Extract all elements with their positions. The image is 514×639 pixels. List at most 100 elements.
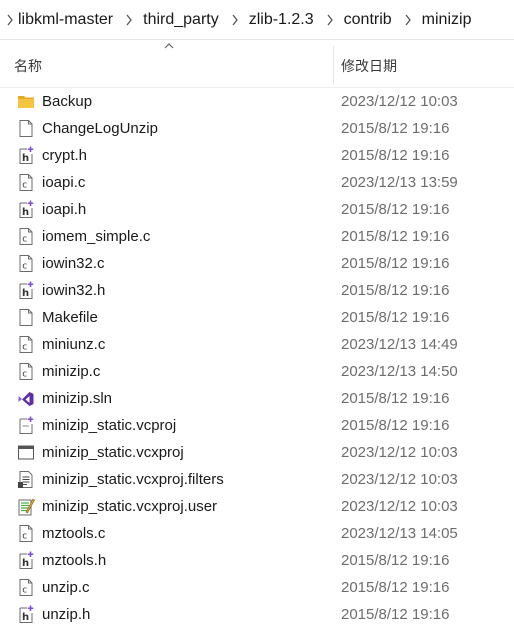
svg-text:h: h <box>22 558 29 569</box>
file-name: mztools.c <box>42 525 106 542</box>
c-file-icon: c <box>17 173 35 192</box>
header-file-icon: h <box>17 200 35 219</box>
vcxproj-icon <box>17 443 35 462</box>
header-file-icon: h <box>17 551 35 570</box>
svg-text:h: h <box>22 612 29 623</box>
svg-text:h: h <box>22 153 29 164</box>
chevron-right-icon[interactable] <box>119 0 139 40</box>
file-row[interactable]: minizip_static.vcxproj.filters 2023/12/12… <box>0 466 514 493</box>
file-row[interactable]: ChangeLogUnzip 2015/8/12 19:16 <box>0 115 514 142</box>
column-header: 名称 修改日期 <box>0 40 514 88</box>
file-row[interactable]: minizip_static.vcxproj 2023/12/12 10:03 <box>0 439 514 466</box>
breadcrumb-item[interactable]: zlib-1.2.3 <box>245 11 320 29</box>
file-name: iowin32.h <box>42 282 106 299</box>
column-divider[interactable] <box>333 46 334 84</box>
file-modified-date: 2023/12/13 14:49 <box>341 336 458 353</box>
file-modified-date: 2015/8/12 19:16 <box>341 120 450 137</box>
file-modified-date: 2015/8/12 19:16 <box>341 552 450 569</box>
file-name: minizip.c <box>42 363 101 380</box>
file-name: crypt.h <box>42 147 88 164</box>
folder-icon <box>17 92 35 111</box>
breadcrumb-item[interactable]: contrib <box>340 11 398 29</box>
file-name: miniunz.c <box>42 336 106 353</box>
file-row[interactable]: Makefile 2015/8/12 19:16 <box>0 304 514 331</box>
file-name: unzip.h <box>42 606 91 623</box>
file-modified-date: 2015/8/12 19:16 <box>341 228 450 245</box>
file-modified-date: 2023/12/13 13:59 <box>341 174 458 191</box>
c-file-icon: c <box>17 335 35 354</box>
file-name: iomem_simple.c <box>42 228 151 245</box>
file-name: unzip.c <box>42 579 90 596</box>
svg-text:c: c <box>22 532 27 542</box>
file-modified-date: 2015/8/12 19:16 <box>341 579 450 596</box>
header-file-icon: h <box>17 281 35 300</box>
file-row[interactable]: c miniunz.c 2023/12/13 14:49 <box>0 331 514 358</box>
c-file-icon: c <box>17 524 35 543</box>
column-header-name[interactable]: 名称 <box>14 56 42 76</box>
file-row[interactable]: minizip.sln 2015/8/12 19:16 <box>0 385 514 412</box>
file-name: ioapi.h <box>42 201 87 218</box>
file-row[interactable]: Backup 2023/12/12 10:03 <box>0 88 514 115</box>
file-row[interactable]: h crypt.h 2015/8/12 19:16 <box>0 142 514 169</box>
file-name: Backup <box>42 93 93 110</box>
file-row[interactable]: h mztools.h 2015/8/12 19:16 <box>0 547 514 574</box>
vcproj-icon <box>17 416 35 435</box>
file-modified-date: 2023/12/12 10:03 <box>341 444 458 461</box>
file-modified-date: 2023/12/12 10:03 <box>341 93 458 110</box>
file-row[interactable]: c mztools.c 2023/12/13 14:05 <box>0 520 514 547</box>
file-row[interactable]: c unzip.c 2015/8/12 19:16 <box>0 574 514 601</box>
svg-text:c: c <box>22 262 27 272</box>
filters-file-icon <box>17 470 35 489</box>
file-modified-date: 2023/12/13 14:05 <box>341 525 458 542</box>
breadcrumb-item-current[interactable]: minizip <box>418 11 478 29</box>
file-modified-date: 2015/8/12 19:16 <box>341 282 450 299</box>
file-modified-date: 2015/8/12 19:16 <box>341 390 450 407</box>
c-file-icon: c <box>17 362 35 381</box>
header-file-icon: h <box>17 605 35 624</box>
file-row[interactable]: h ioapi.h 2015/8/12 19:16 <box>0 196 514 223</box>
file-name: ChangeLogUnzip <box>42 120 158 137</box>
file-row[interactable]: minizip_static.vcproj 2015/8/12 19:16 <box>0 412 514 439</box>
svg-text:c: c <box>22 343 27 353</box>
file-modified-date: 2015/8/12 19:16 <box>341 606 450 623</box>
file-name: minizip_static.vcxproj.filters <box>42 471 224 488</box>
file-row[interactable]: c minizip.c 2023/12/13 14:50 <box>0 358 514 385</box>
chevron-right-icon[interactable] <box>320 0 340 40</box>
chevron-right-icon[interactable] <box>398 0 418 40</box>
file-name: minizip_static.vcproj <box>42 417 177 434</box>
file-name: mztools.h <box>42 552 107 569</box>
svg-text:h: h <box>22 288 29 299</box>
file-modified-date: 2023/12/12 10:03 <box>341 498 458 515</box>
file-name: iowin32.c <box>42 255 105 272</box>
file-modified-date: 2023/12/13 14:50 <box>341 363 458 380</box>
file-modified-date: 2015/8/12 19:16 <box>341 417 450 434</box>
file-row[interactable]: h unzip.h 2015/8/12 19:16 <box>0 601 514 628</box>
sort-ascending-icon <box>163 42 175 50</box>
chevron-right-icon[interactable] <box>0 0 20 40</box>
file-icon <box>17 308 35 327</box>
file-name: minizip.sln <box>42 390 113 407</box>
file-modified-date: 2015/8/12 19:16 <box>341 255 450 272</box>
svg-text:c: c <box>22 181 27 191</box>
breadcrumb: libkml-master third_party zlib-1.2.3 con… <box>0 0 514 40</box>
file-row[interactable]: c iomem_simple.c 2015/8/12 19:16 <box>0 223 514 250</box>
user-file-icon <box>17 497 35 516</box>
file-modified-date: 2015/8/12 19:16 <box>341 309 450 326</box>
column-header-date[interactable]: 修改日期 <box>341 56 397 76</box>
c-file-icon: c <box>17 578 35 597</box>
file-name: Makefile <box>42 309 98 326</box>
chevron-right-icon[interactable] <box>225 0 245 40</box>
breadcrumb-item[interactable]: third_party <box>139 11 225 29</box>
svg-text:c: c <box>22 370 27 380</box>
c-file-icon: c <box>17 227 35 246</box>
file-row[interactable]: c ioapi.c 2023/12/13 13:59 <box>0 169 514 196</box>
breadcrumb-item[interactable]: libkml-master <box>18 11 119 29</box>
file-list: Backup 2023/12/12 10:03 ChangeLogUnzip 201… <box>0 88 514 628</box>
file-row[interactable]: minizip_static.vcxproj.user 2023/12/12 10… <box>0 493 514 520</box>
file-icon <box>17 119 35 138</box>
svg-text:h: h <box>22 207 29 218</box>
vs-solution-icon <box>17 389 35 408</box>
file-row[interactable]: c iowin32.c 2015/8/12 19:16 <box>0 250 514 277</box>
file-row[interactable]: h iowin32.h 2015/8/12 19:16 <box>0 277 514 304</box>
svg-text:c: c <box>22 586 27 596</box>
